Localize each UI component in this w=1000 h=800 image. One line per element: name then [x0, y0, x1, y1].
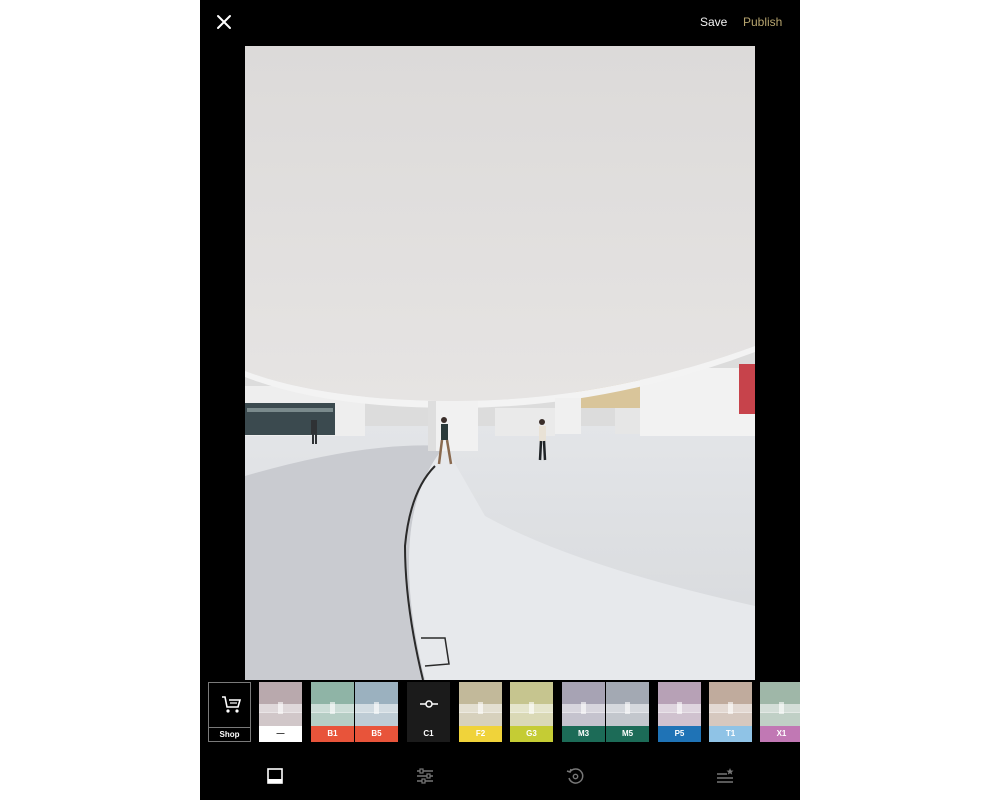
- filter-tile-b5[interactable]: B5: [355, 682, 398, 742]
- filter-tile-none[interactable]: —: [259, 682, 302, 742]
- filter-label: M3: [562, 726, 605, 742]
- filter-label: B1: [311, 726, 354, 742]
- adjust-nav-icon[interactable]: [416, 767, 434, 785]
- filter-label: C1: [407, 726, 450, 742]
- filter-tile-b1[interactable]: B1: [311, 682, 354, 742]
- filter-thumbnail: [709, 682, 752, 726]
- filter-thumbnail: [259, 682, 302, 726]
- filter-tile-x1[interactable]: X1: [760, 682, 800, 742]
- filter-label: X1: [760, 726, 800, 742]
- filter-tile-m3[interactable]: M3: [562, 682, 605, 742]
- slider-adjust-icon: [420, 700, 438, 708]
- filter-thumbnail: [562, 682, 605, 726]
- publish-button[interactable]: Publish: [743, 15, 782, 29]
- filter-label: F2: [459, 726, 502, 742]
- filter-thumbnail: [658, 682, 701, 726]
- shop-label: Shop: [209, 727, 250, 742]
- save-button[interactable]: Save: [700, 15, 727, 29]
- filter-label: G3: [510, 726, 553, 742]
- photo-preview[interactable]: [245, 46, 755, 680]
- filter-label: P5: [658, 726, 701, 742]
- filter-label: —: [259, 726, 302, 742]
- filter-tile-f2[interactable]: F2: [459, 682, 502, 742]
- filter-tile-t1[interactable]: T1: [709, 682, 752, 742]
- presets-nav-icon[interactable]: [266, 767, 284, 785]
- filter-label: M5: [606, 726, 649, 742]
- filter-thumbnail: [760, 682, 800, 726]
- filter-tile-g3[interactable]: G3: [510, 682, 553, 742]
- filter-thumbnail: [459, 682, 502, 726]
- photo-image: [245, 46, 755, 680]
- filter-tile-p5[interactable]: P5: [658, 682, 701, 742]
- filter-thumbnail: [355, 682, 398, 726]
- filter-label: B5: [355, 726, 398, 742]
- filter-strip[interactable]: Shop — B1 B5 C1 F2 G3 M3 M5 P5 T1 X1: [200, 682, 800, 744]
- filter-thumbnail: [606, 682, 649, 726]
- cart-icon: [222, 696, 242, 713]
- shop-tile[interactable]: Shop: [208, 682, 251, 742]
- close-icon[interactable]: [214, 12, 234, 32]
- history-nav-icon[interactable]: [566, 767, 584, 785]
- filter-tile-m5[interactable]: M5: [606, 682, 649, 742]
- filter-tile-c1-selected[interactable]: C1: [407, 682, 450, 742]
- filter-label: T1: [709, 726, 752, 742]
- filter-thumbnail: [311, 682, 354, 726]
- recipes-nav-icon[interactable]: [716, 767, 734, 785]
- editor-screen: Save Publish Shop — B1 B5 C1 F2 G3 M3 M5…: [200, 0, 800, 800]
- filter-thumbnail: [510, 682, 553, 726]
